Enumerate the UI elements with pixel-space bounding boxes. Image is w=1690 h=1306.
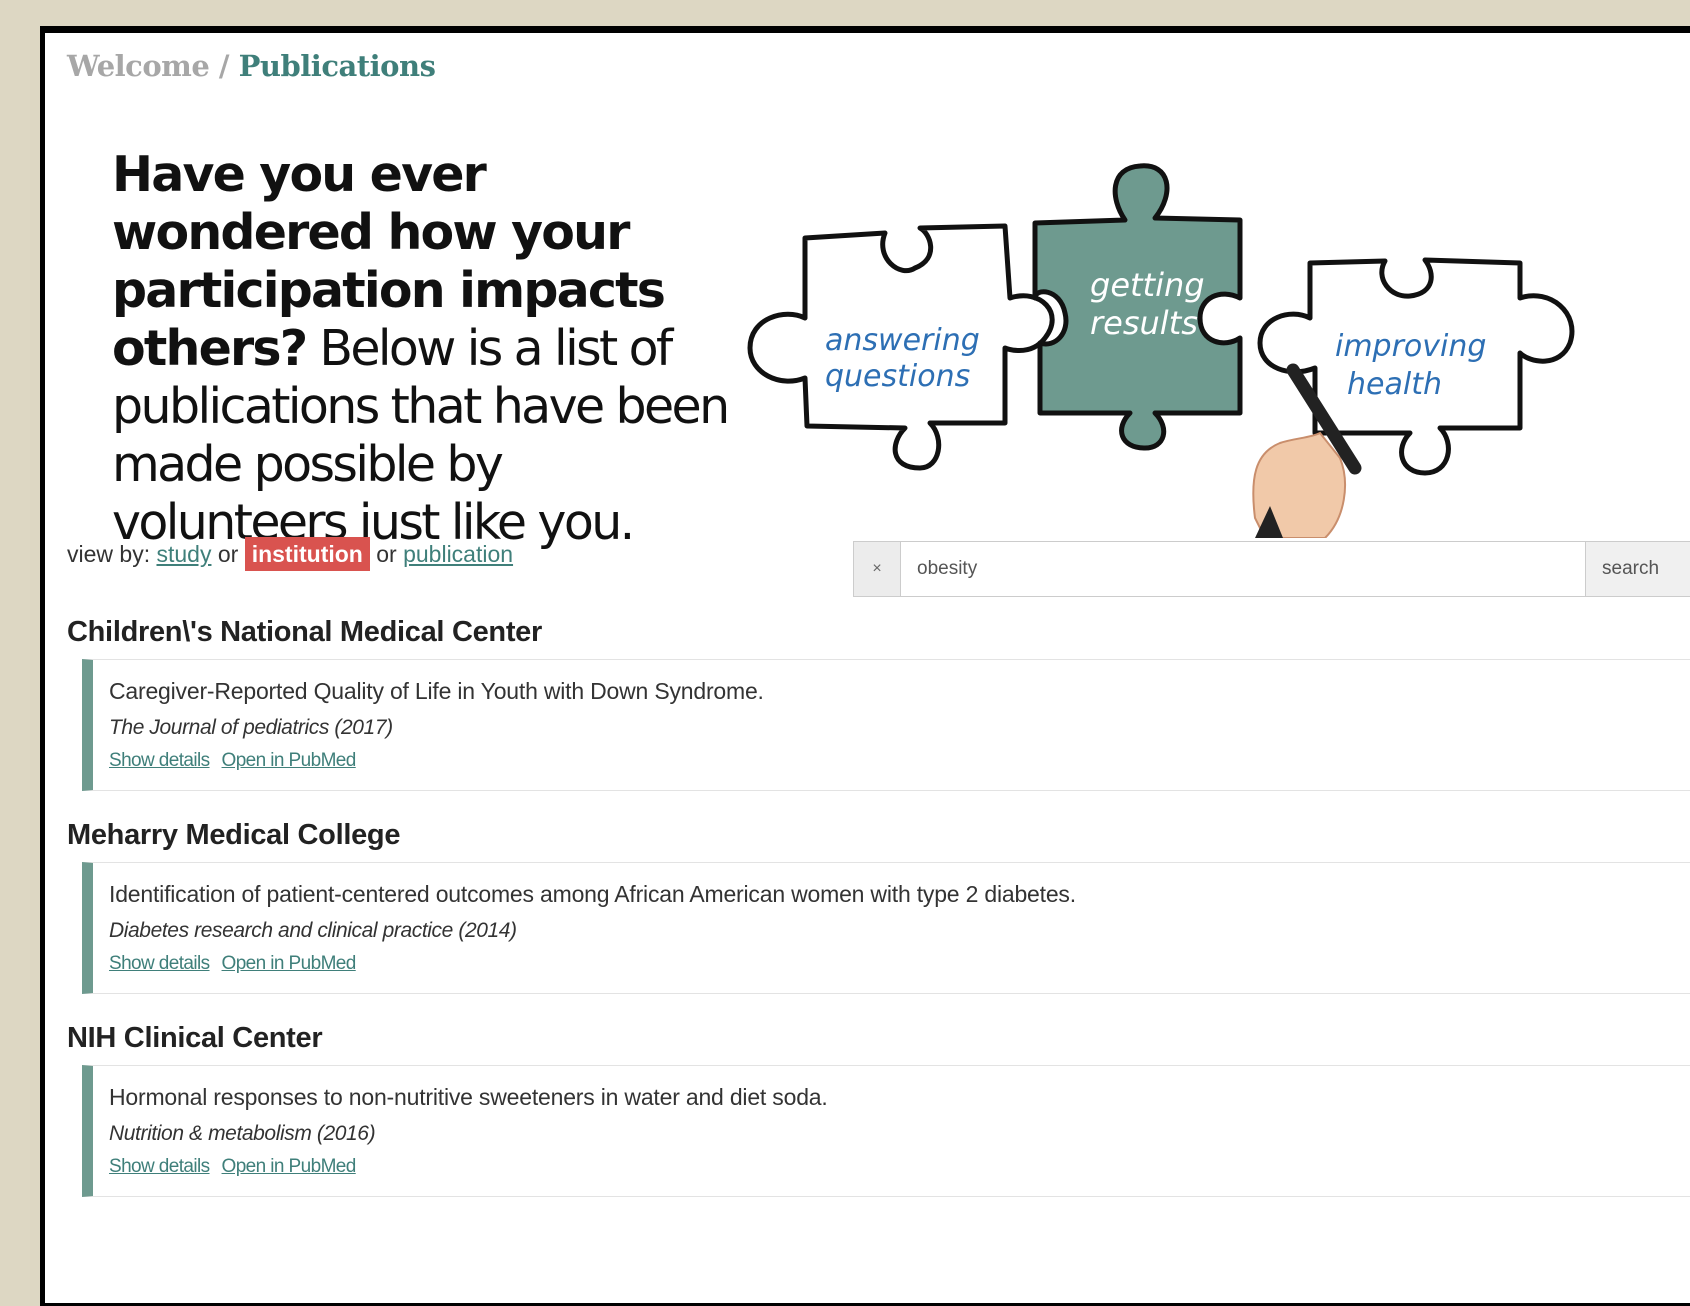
view-by-or: or [376, 541, 397, 567]
open-in-pubmed-link[interactable]: Open in PubMed [222, 953, 357, 974]
clear-search-button[interactable]: × [854, 542, 901, 596]
view-by-institution-active[interactable]: institution [244, 537, 370, 571]
breadcrumb-separator: / [218, 49, 230, 83]
puzzle-text-left-2: questions [825, 359, 970, 394]
breadcrumb-home-link[interactable]: Welcome [67, 49, 210, 83]
puzzle-text-center-2: results [1090, 304, 1198, 342]
show-details-link[interactable]: Show details [109, 750, 210, 771]
search-button[interactable]: search [1585, 542, 1690, 596]
open-in-pubmed-link[interactable]: Open in PubMed [222, 750, 357, 771]
puzzle-text-right-2: health [1347, 367, 1442, 402]
show-details-link[interactable]: Show details [109, 1156, 210, 1177]
institution-group: Meharry Medical College Identification o… [67, 819, 1690, 994]
search-bar: × search [853, 541, 1690, 597]
view-by-or: or [217, 541, 239, 567]
publication-journal: Nutrition & metabolism (2016) [109, 1122, 376, 1145]
institution-heading: NIH Clinical Center [67, 1022, 323, 1054]
publication-title: Caregiver-Reported Quality of Life in Yo… [109, 678, 764, 704]
publication-journal: Diabetes research and clinical practice … [109, 919, 517, 942]
search-input[interactable] [901, 542, 1585, 596]
open-in-pubmed-link[interactable]: Open in PubMed [222, 1156, 357, 1177]
view-by-selector: view by: study or institution or publica… [67, 537, 513, 571]
hero-text: Have you ever wondered how your particip… [112, 146, 732, 552]
view-by-label: view by: [67, 541, 151, 567]
publication-card: Hormonal responses to non-nutritive swee… [82, 1065, 1690, 1197]
view-by-study-link[interactable]: study [156, 541, 211, 567]
publication-card: Identification of patient-centered outco… [82, 862, 1690, 994]
institution-heading: Children\'s National Medical Center [67, 616, 542, 648]
publication-card: Caregiver-Reported Quality of Life in Yo… [82, 659, 1690, 791]
puzzle-text-center-1: getting [1090, 266, 1205, 304]
publication-journal: The Journal of pediatrics (2017) [109, 716, 393, 739]
publication-title: Hormonal responses to non-nutritive swee… [109, 1084, 828, 1110]
publication-title: Identification of patient-centered outco… [109, 881, 1076, 907]
puzzle-text-left-1: answering [825, 323, 980, 358]
breadcrumb-current: Publications [238, 49, 436, 83]
institution-group: NIH Clinical Center Hormonal responses t… [67, 1022, 1690, 1197]
puzzle-illustration: answering questions improving health get… [747, 163, 1575, 538]
page: Welcome / Publications Have you ever won… [45, 33, 1690, 1303]
institution-heading: Meharry Medical College [67, 819, 401, 851]
breadcrumb: Welcome / Publications [67, 49, 436, 83]
puzzle-text-right-1: improving [1335, 329, 1486, 364]
institution-group: Children\'s National Medical Center Care… [67, 616, 1690, 791]
view-by-publication-link[interactable]: publication [403, 541, 513, 567]
show-details-link[interactable]: Show details [109, 953, 210, 974]
